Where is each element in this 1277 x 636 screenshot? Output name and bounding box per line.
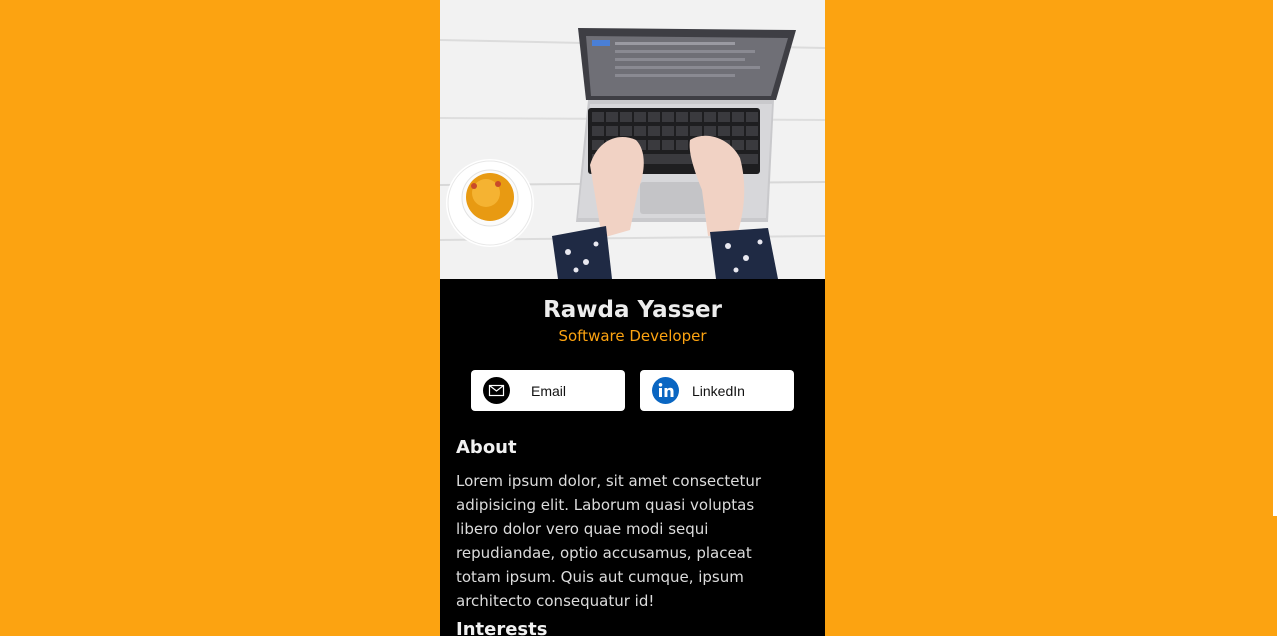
envelope-icon <box>483 377 510 404</box>
profile-name: Rawda Yasser <box>543 297 722 323</box>
interests-section: Interests <box>456 618 811 636</box>
profile-title: Software Developer <box>558 327 707 345</box>
about-heading: About <box>456 437 517 458</box>
interests-heading: Interests <box>456 619 548 636</box>
email-button[interactable]: Email <box>471 370 625 411</box>
profile-card: Rawda Yasser Software Developer Email Li… <box>440 0 825 636</box>
about-text: Lorem ipsum dolor, sit amet consectetur … <box>456 472 762 610</box>
linkedin-icon <box>652 377 679 404</box>
email-label: Email <box>531 383 567 399</box>
contact-buttons: Email LinkedIn <box>471 370 794 411</box>
linkedin-button[interactable]: LinkedIn <box>640 370 794 411</box>
scrollbar[interactable] <box>1273 0 1277 516</box>
profile-photo <box>440 0 825 279</box>
linkedin-label: LinkedIn <box>692 383 745 399</box>
about-section: About Lorem ipsum dolor, sit amet consec… <box>456 436 811 613</box>
